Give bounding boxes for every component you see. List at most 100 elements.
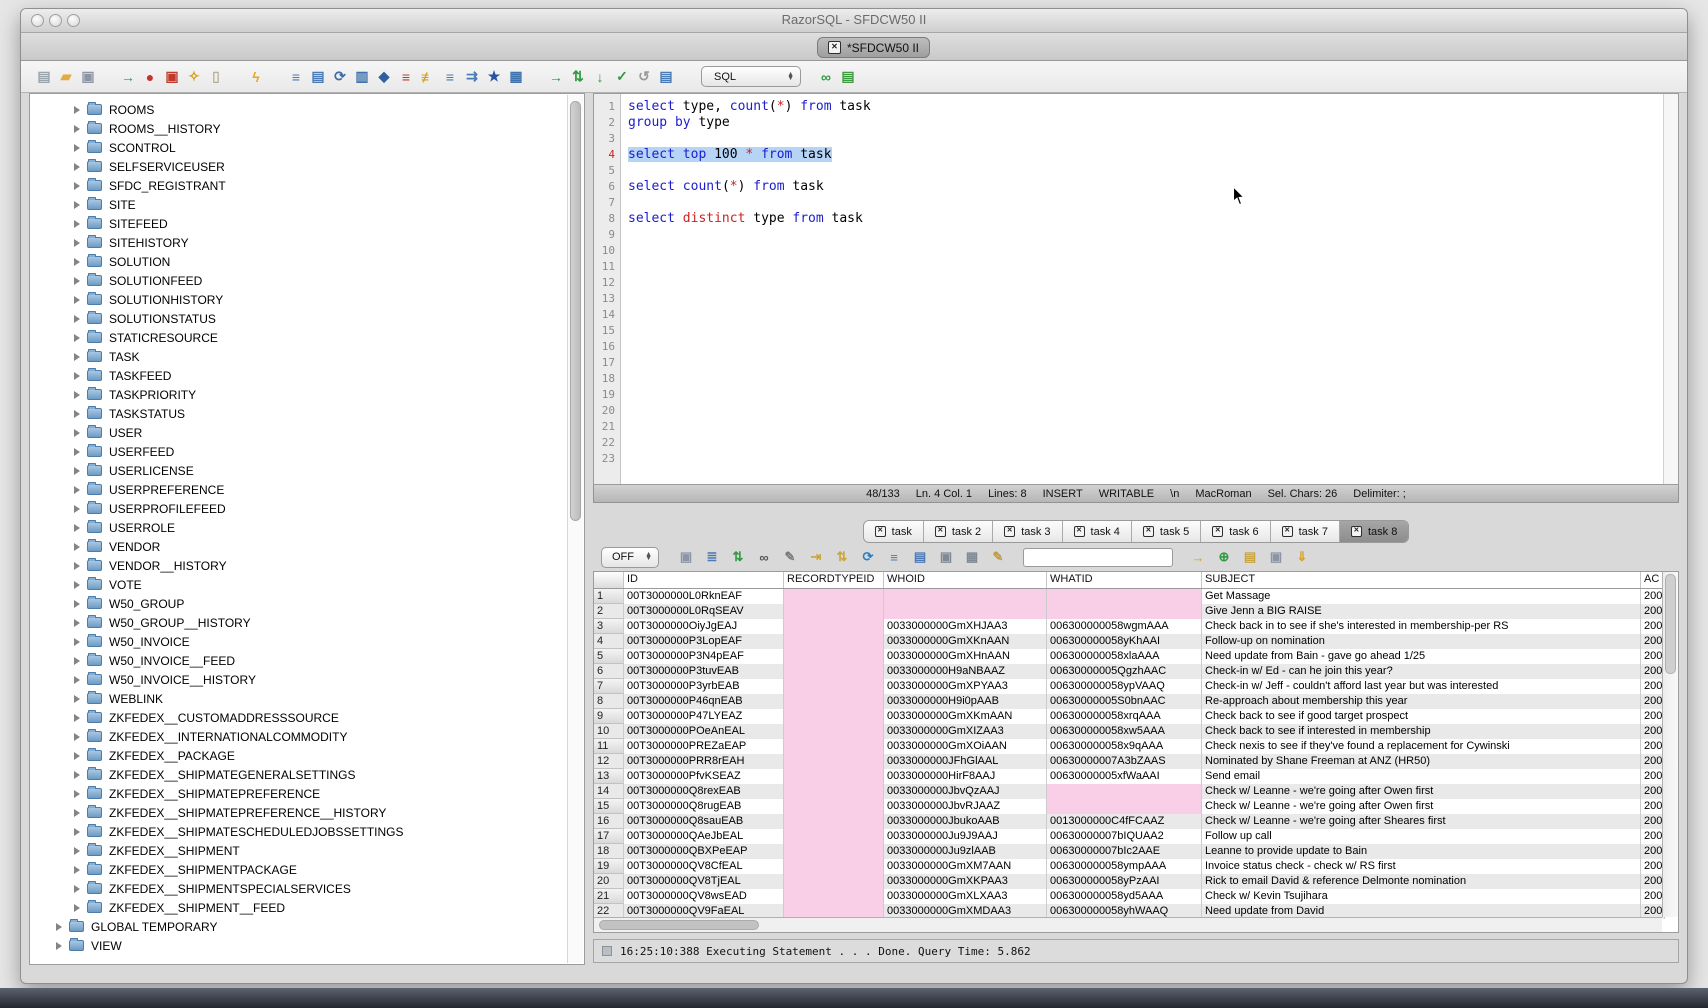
grid-cell[interactable]: 00630000005QgzhAAC bbox=[1047, 664, 1202, 679]
result-tab[interactable]: ✕task 5 bbox=[1132, 521, 1201, 542]
tab-close-icon[interactable]: ✕ bbox=[1074, 526, 1085, 537]
tab-close-icon[interactable]: ✕ bbox=[1351, 526, 1362, 537]
grid-cell[interactable]: 0013000000C4fFCAAZ bbox=[1047, 814, 1202, 829]
paste-table-icon[interactable]: ▦ bbox=[963, 548, 981, 566]
sort-columns-icon[interactable]: ⇅ bbox=[833, 548, 851, 566]
grid-vscroll-thumb[interactable] bbox=[1665, 574, 1676, 674]
tree-item[interactable]: W50_GROUP bbox=[30, 594, 567, 613]
grid-cell[interactable]: 00T3000000P3tuvEAB bbox=[624, 664, 784, 679]
grid-cell[interactable]: 0033000000JbvQzAAJ bbox=[884, 784, 1047, 799]
disclosure-triangle-icon[interactable] bbox=[74, 562, 80, 570]
disclosure-triangle-icon[interactable] bbox=[74, 201, 80, 209]
tree-item[interactable]: ROOMS__HISTORY bbox=[30, 119, 567, 138]
grid-cell[interactable]: 00T3000000P46qnEAB bbox=[624, 694, 784, 709]
grid-cell[interactable]: 006300000058x9qAAA bbox=[1047, 739, 1202, 754]
database-column-icon[interactable]: ▯ bbox=[207, 68, 225, 86]
save-icon[interactable]: ▣ bbox=[79, 68, 97, 86]
export-grid-icon[interactable]: ⊕ bbox=[1215, 548, 1233, 566]
commit-icon[interactable]: ✓ bbox=[613, 68, 631, 86]
editor-scrollbar[interactable] bbox=[1663, 94, 1678, 484]
grid-cell[interactable]: 006300000058yKhAAI bbox=[1047, 634, 1202, 649]
describe-result-icon[interactable]: ≡ bbox=[885, 548, 903, 566]
tab-close-icon[interactable]: ✕ bbox=[1004, 526, 1015, 537]
align-icon[interactable]: ≡ bbox=[441, 68, 459, 86]
grid-cell[interactable]: 0033000000H9i0pAAB bbox=[884, 694, 1047, 709]
grid-cell[interactable]: Nominated by Shane Freeman at ANZ (HR50) bbox=[1202, 754, 1641, 769]
disclosure-triangle-icon[interactable] bbox=[74, 429, 80, 437]
disclosure-triangle-icon[interactable] bbox=[74, 619, 80, 627]
tree-item[interactable]: W50_GROUP__HISTORY bbox=[30, 613, 567, 632]
tab-close-icon[interactable]: ✕ bbox=[1212, 526, 1223, 537]
disclosure-triangle-icon[interactable] bbox=[74, 714, 80, 722]
tree-item[interactable]: W50_INVOICE bbox=[30, 632, 567, 651]
tree-item[interactable]: SOLUTIONHISTORY bbox=[30, 290, 567, 309]
grid-row[interactable]: 1700T3000000QAeJbEAL0033000000Ju9J9AAJ00… bbox=[594, 829, 1678, 844]
refresh-results-icon[interactable]: ⇅ bbox=[729, 548, 747, 566]
insert-row-icon[interactable]: ⇥ bbox=[807, 548, 825, 566]
grid-cell[interactable]: 00630000005S0bnAAC bbox=[1047, 694, 1202, 709]
column-header[interactable]: WHATID bbox=[1047, 572, 1202, 588]
disclosure-triangle-icon[interactable] bbox=[74, 657, 80, 665]
disclosure-triangle-icon[interactable] bbox=[74, 448, 80, 456]
grid-cell[interactable]: 00630000007bIc2AAE bbox=[1047, 844, 1202, 859]
disclosure-triangle-icon[interactable] bbox=[74, 296, 80, 304]
sql-code-area[interactable]: select type, count(*) from taskgroup by … bbox=[621, 94, 1663, 484]
result-tab[interactable]: ✕task 6 bbox=[1201, 521, 1270, 542]
disclosure-triangle-icon[interactable] bbox=[74, 543, 80, 551]
grid-row[interactable]: 100T3000000L0RknEAFGet Massage200 bbox=[594, 589, 1678, 604]
results-search-input[interactable] bbox=[1023, 548, 1173, 567]
disclosure-triangle-icon[interactable] bbox=[74, 752, 80, 760]
grid-cell[interactable]: Get Massage bbox=[1202, 589, 1641, 604]
red-list-icon[interactable]: ≡ bbox=[397, 68, 415, 86]
grid-cell[interactable]: 0033000000GmXOiAAN bbox=[884, 739, 1047, 754]
grid-row[interactable]: 2100T3000000QV8wsEAD0033000000GmXLXAA300… bbox=[594, 889, 1678, 904]
grid-cell[interactable] bbox=[1047, 799, 1202, 814]
grid-cell[interactable]: 0033000000GmXHnAAN bbox=[884, 649, 1047, 664]
go-next-icon[interactable]: → bbox=[1189, 548, 1207, 566]
grid-cell[interactable]: 00T3000000P3LopEAF bbox=[624, 634, 784, 649]
result-tab[interactable]: ✕task 3 bbox=[993, 521, 1062, 542]
grid-cell[interactable]: Check back to see if interested in membe… bbox=[1202, 724, 1641, 739]
disclosure-triangle-icon[interactable] bbox=[74, 410, 80, 418]
tree-item[interactable]: W50_INVOICE__HISTORY bbox=[30, 670, 567, 689]
disclosure-triangle-icon[interactable] bbox=[74, 771, 80, 779]
grid-cell[interactable] bbox=[784, 784, 884, 799]
grid-cell[interactable]: 0033000000H9aNBAAZ bbox=[884, 664, 1047, 679]
grid-cell[interactable]: Follow-up on nomination bbox=[1202, 634, 1641, 649]
new-file-icon[interactable]: ▤ bbox=[35, 68, 53, 86]
grid-cell[interactable]: 00T3000000POeAnEAL bbox=[624, 724, 784, 739]
grid-cell[interactable]: 0033000000GmXM7AAN bbox=[884, 859, 1047, 874]
tree-item[interactable]: VIEW bbox=[30, 936, 567, 955]
tree-scrollbar[interactable] bbox=[567, 95, 583, 963]
grid-cell[interactable]: 00T3000000QV8wsEAD bbox=[624, 889, 784, 904]
disclosure-triangle-icon[interactable] bbox=[74, 790, 80, 798]
tree-item[interactable]: ZKFEDEX__SHIPMATEGENERALSETTINGS bbox=[30, 765, 567, 784]
disclosure-triangle-icon[interactable] bbox=[74, 467, 80, 475]
grid-cell[interactable]: Check-in w/ Jeff - couldn't afford last … bbox=[1202, 679, 1641, 694]
grid-row[interactable]: 600T3000000P3tuvEAB0033000000H9aNBAAZ006… bbox=[594, 664, 1678, 679]
tree-item[interactable]: SOLUTIONFEED bbox=[30, 271, 567, 290]
fetch-icon[interactable]: ↓ bbox=[591, 68, 609, 86]
column-header[interactable]: SUBJECT bbox=[1202, 572, 1641, 588]
grid-cell[interactable]: 00T3000000PfvKSEAZ bbox=[624, 769, 784, 784]
go-icon[interactable]: → bbox=[547, 68, 565, 86]
grid-cell[interactable] bbox=[784, 679, 884, 694]
tree-item[interactable]: SITEFEED bbox=[30, 214, 567, 233]
result-tab[interactable]: ✕task 8 bbox=[1340, 521, 1408, 542]
result-tab[interactable]: ✕task bbox=[864, 521, 924, 542]
disclosure-triangle-icon[interactable] bbox=[74, 505, 80, 513]
highlight-icon[interactable]: ✎ bbox=[989, 548, 1007, 566]
tree-item[interactable]: ZKFEDEX__SHIPMENTSPECIALSERVICES bbox=[30, 879, 567, 898]
grid-cell[interactable] bbox=[784, 814, 884, 829]
grid-cell[interactable]: 006300000058xrqAAA bbox=[1047, 709, 1202, 724]
disconnect-icon[interactable]: ● bbox=[141, 68, 159, 86]
tree-item[interactable]: VOTE bbox=[30, 575, 567, 594]
tree-item[interactable]: USERFEED bbox=[30, 442, 567, 461]
tree-item[interactable]: SITE bbox=[30, 195, 567, 214]
disclosure-triangle-icon[interactable] bbox=[74, 676, 80, 684]
grid-cell[interactable] bbox=[1047, 604, 1202, 619]
grid-cell[interactable]: 00T3000000QAeJbEAL bbox=[624, 829, 784, 844]
tree-item[interactable]: TASK bbox=[30, 347, 567, 366]
grid-cell[interactable]: Invoice status check - check w/ RS first bbox=[1202, 859, 1641, 874]
disclosure-triangle-icon[interactable] bbox=[74, 353, 80, 361]
